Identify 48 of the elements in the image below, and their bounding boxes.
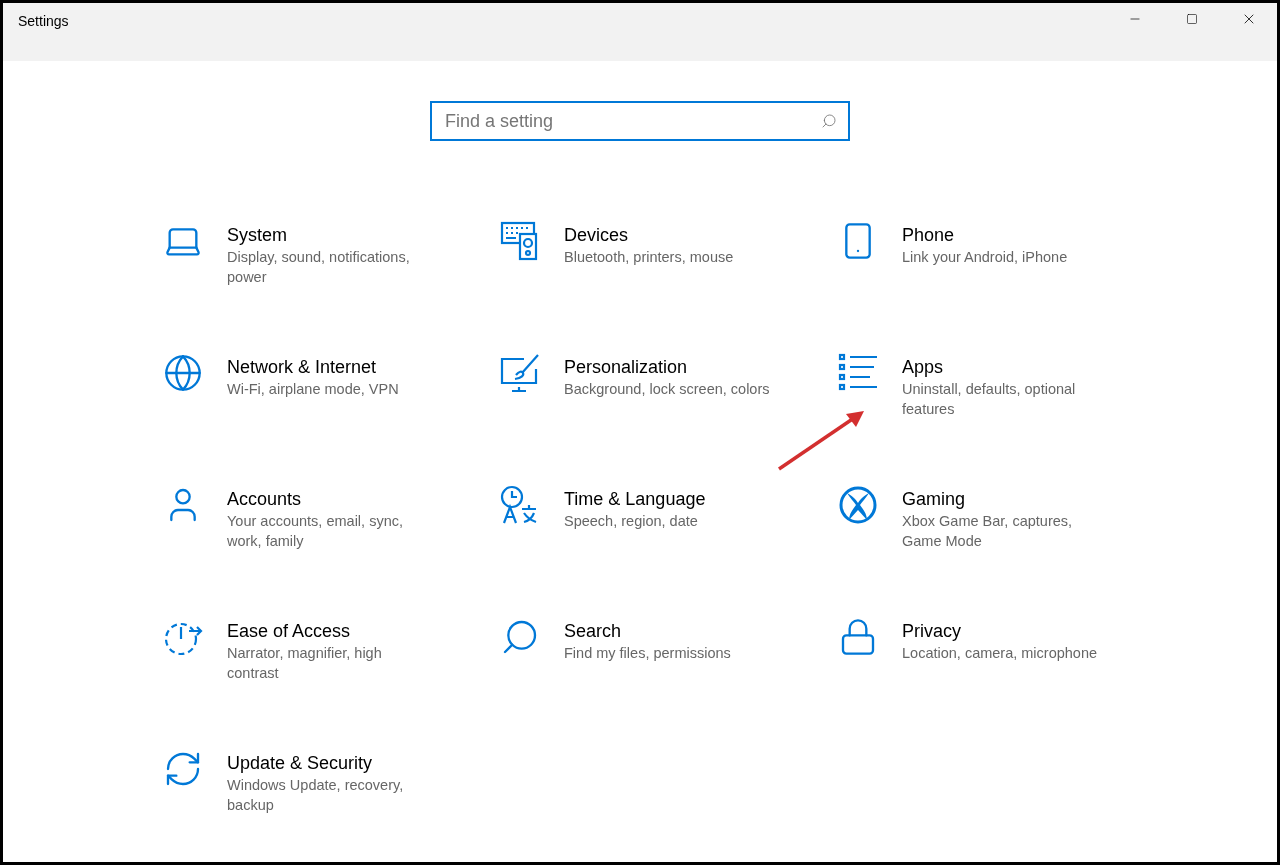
settings-category[interactable]: Update & Security Windows Update, recovery, backup — [163, 751, 500, 857]
category-description: Wi-Fi, airplane mode, VPN — [227, 380, 400, 399]
category-title: Network & Internet — [227, 356, 378, 379]
category-description: Xbox Game Bar, captures, Game Mode — [902, 512, 1074, 551]
category-title: Update & Security — [227, 752, 374, 775]
category-title: Gaming — [902, 488, 967, 511]
settings-category[interactable]: Phone Link your Android, iPhone — [838, 223, 1138, 329]
category-description: Background, lock screen, colors — [564, 380, 771, 399]
category-description: Speech, region, date — [564, 512, 699, 531]
category-title: Privacy — [902, 620, 962, 643]
settings-category[interactable]: Time & Language Speech, region, date — [500, 487, 838, 593]
category-title: Personalization — [564, 356, 689, 379]
settings-category[interactable]: Apps Uninstall, defaults, optional features — [838, 355, 1138, 461]
category-description: Bluetooth, printers, mouse — [564, 248, 735, 267]
settings-category[interactable]: Search Find my files, permissions — [500, 619, 838, 725]
xbox-logo-icon — [838, 485, 878, 525]
category-description: Find my files, permissions — [564, 644, 732, 663]
category-description: Link your Android, iPhone — [902, 248, 1069, 267]
category-description: Location, camera, microphone — [902, 644, 1099, 663]
category-title: Ease of Access — [227, 620, 352, 643]
search-icon — [821, 113, 837, 129]
settings-category[interactable]: Privacy Location, camera, microphone — [838, 619, 1138, 725]
keyboard-speaker-icon — [500, 221, 540, 261]
category-title: Devices — [564, 224, 630, 247]
category-title: Time & Language — [564, 488, 707, 511]
settings-category[interactable]: Accounts Your accounts, email, sync, work, family — [163, 487, 500, 593]
category-description: Display, sound, notifications, power — [227, 248, 411, 287]
category-title: System — [227, 224, 288, 247]
settings-category[interactable]: Personalization Background, lock screen, colors — [500, 355, 838, 461]
monitor-brush-icon — [500, 353, 540, 393]
category-title: Search — [564, 620, 623, 643]
settings-category[interactable]: Ease of Access Narrator, magnifier, high contrast — [163, 619, 500, 725]
settings-category[interactable]: Network & Internet Wi-Fi, airplane mode, VPN — [163, 355, 500, 461]
category-description: Uninstall, defaults, optional features — [902, 380, 1077, 419]
globe-icon — [163, 353, 203, 393]
window-title: Settings — [18, 12, 69, 31]
maximize-icon — [1185, 13, 1198, 25]
list-icon — [838, 353, 878, 393]
category-description: Windows Update, recovery, backup — [227, 776, 405, 815]
category-title: Accounts — [227, 488, 303, 511]
settings-category[interactable]: Gaming Xbox Game Bar, captures, Game Mode — [838, 487, 1138, 593]
settings-category[interactable]: Devices Bluetooth, printers, mouse — [500, 223, 838, 329]
category-title: Apps — [902, 356, 945, 379]
search-field[interactable]: Find a setting — [430, 101, 850, 141]
category-title: Phone — [902, 224, 956, 247]
settings-category[interactable]: System Display, sound, notifications, power — [163, 223, 500, 329]
category-description: Narrator, magnifier, high contrast — [227, 644, 383, 683]
category-description: Your accounts, email, sync, work, family — [227, 512, 404, 551]
